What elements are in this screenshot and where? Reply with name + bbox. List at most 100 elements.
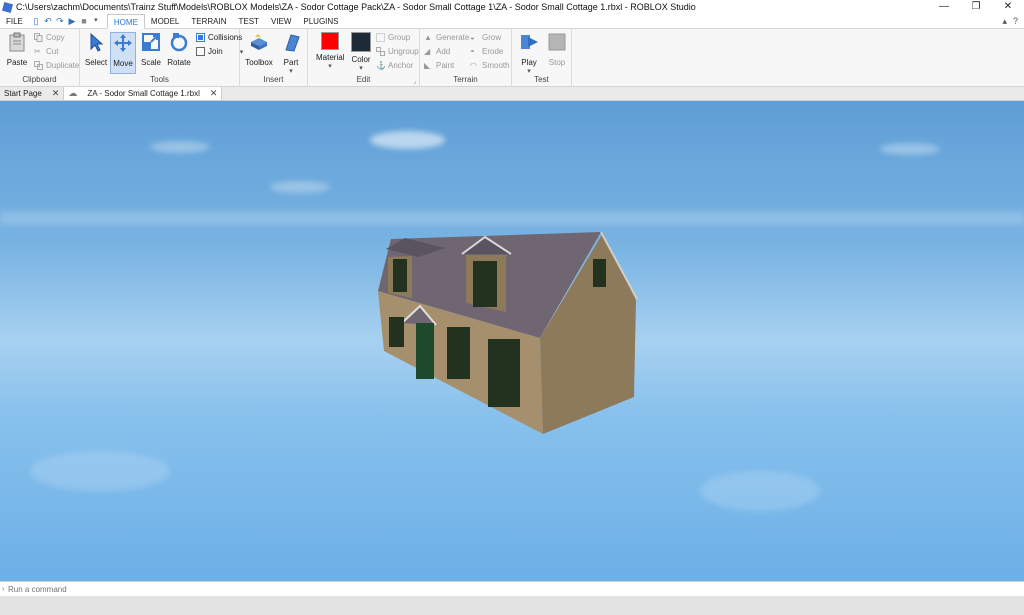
- move-button[interactable]: Move: [110, 32, 136, 74]
- cloud-icon: ☁: [68, 88, 78, 98]
- select-button[interactable]: Select: [83, 32, 109, 67]
- copy-button[interactable]: Copy: [34, 33, 65, 42]
- close-button[interactable]: ✕: [992, 0, 1024, 14]
- window-right: [488, 339, 520, 407]
- paint-button[interactable]: ◣ Paint: [424, 61, 454, 70]
- help-icon[interactable]: ?: [1013, 16, 1018, 26]
- smooth-icon: ◠: [470, 61, 477, 70]
- redo-icon[interactable]: ↷: [55, 16, 65, 26]
- collapse-ribbon-icon[interactable]: ▴: [1002, 16, 1007, 27]
- window-title: C:\Users\zachm\Documents\Trainz Stuff\Mo…: [16, 2, 696, 12]
- edit-expand-icon[interactable]: ⌟: [413, 78, 416, 85]
- tab-place-file[interactable]: ☁ ZA - Sodor Small Cottage 1.rbxl ✕: [64, 87, 223, 100]
- paste-button[interactable]: Paste: [4, 32, 30, 67]
- tab-model[interactable]: MODEL: [145, 14, 185, 28]
- window-controls: — ❐ ✕: [928, 0, 1024, 14]
- undo-icon[interactable]: ↶: [43, 16, 53, 26]
- rotate-button[interactable]: Rotate: [166, 32, 192, 67]
- edit-group-label: Edit: [356, 75, 371, 84]
- duplicate-label: Duplicate: [46, 61, 80, 70]
- anchor-icon: ⚓: [376, 61, 386, 70]
- part-label: Part: [283, 58, 299, 67]
- anchor-label: Anchor: [388, 61, 414, 70]
- copy-icon: [34, 33, 43, 42]
- tab-plugins[interactable]: PLUGINS: [297, 14, 344, 28]
- erode-label: Erode: [482, 47, 504, 56]
- collisions-toggle[interactable]: Collisions: [196, 33, 242, 42]
- restore-button[interactable]: ❐: [960, 0, 992, 14]
- join-checkbox-icon: [196, 47, 205, 56]
- record-icon[interactable]: ■: [79, 16, 89, 26]
- tab-terrain[interactable]: TERRAIN: [185, 14, 232, 28]
- close-tab-icon[interactable]: ✕: [52, 87, 60, 100]
- quick-access-dropdown-icon[interactable]: ▾: [91, 16, 101, 26]
- move-arrows-icon: [114, 34, 132, 52]
- front-door: [416, 323, 434, 379]
- toolbox-button[interactable]: Toolbox: [244, 32, 274, 67]
- anchor-button[interactable]: ⚓ Anchor: [376, 61, 413, 70]
- part-dropdown-icon[interactable]: ▾: [278, 67, 304, 75]
- tools-group: Select Move Scale Rotate Collisions Join…: [80, 29, 243, 87]
- close-tab-icon[interactable]: ✕: [210, 87, 218, 100]
- material-button[interactable]: Material ▾: [316, 32, 344, 70]
- test-group-label: Test: [534, 75, 549, 84]
- erode-button[interactable]: ◓ Erode: [470, 47, 503, 56]
- duplicate-icon: [34, 61, 43, 70]
- dormer-window: [393, 259, 407, 292]
- add-terrain-icon: ◢: [424, 47, 431, 56]
- paste-label: Paste: [6, 58, 28, 67]
- collisions-label: Collisions: [208, 33, 243, 42]
- play-button[interactable]: Play ▾: [516, 32, 542, 75]
- material-swatch: [321, 32, 339, 50]
- smooth-label: Smooth: [482, 61, 510, 70]
- color-label: Color: [351, 55, 371, 64]
- grow-button[interactable]: ◒ Grow: [470, 33, 501, 42]
- part-icon: [285, 34, 300, 52]
- generate-label: Generate: [436, 33, 470, 42]
- ungroup-icon: [376, 47, 385, 56]
- tab-view[interactable]: VIEW: [265, 14, 297, 28]
- group-icon: [376, 33, 385, 42]
- new-file-icon[interactable]: ▯: [31, 16, 41, 26]
- bottom-border: [0, 596, 1024, 615]
- tab-home[interactable]: HOME: [106, 14, 145, 29]
- ungroup-label: Ungroup: [388, 47, 419, 56]
- file-menu[interactable]: FILE: [0, 14, 29, 28]
- ungroup-button[interactable]: Ungroup: [376, 47, 419, 56]
- tab-test[interactable]: TEST: [232, 14, 264, 28]
- play-dropdown-icon[interactable]: ▾: [516, 67, 542, 75]
- smooth-button[interactable]: ◠ Smooth: [470, 61, 510, 70]
- ribbon: Paste Copy ✂ Cut Duplicate Clipboard Sel…: [0, 29, 1024, 87]
- clipboard-icon: [9, 32, 25, 52]
- stop-icon: [548, 33, 566, 51]
- join-toggle[interactable]: Join ▾: [196, 47, 243, 56]
- duplicate-button[interactable]: Duplicate: [34, 61, 79, 70]
- cut-button[interactable]: ✂ Cut: [34, 47, 58, 56]
- scale-button[interactable]: Scale: [138, 32, 164, 67]
- move-label: Move: [113, 59, 133, 68]
- material-dropdown-icon[interactable]: ▾: [316, 62, 344, 70]
- dormer-window: [473, 261, 497, 307]
- edit-group: Material ▾ Color ▾ Group Ungroup ⚓ Ancho…: [308, 29, 420, 87]
- stop-button[interactable]: Stop: [544, 32, 570, 67]
- join-label: Join: [208, 47, 223, 56]
- rotate-icon: [170, 33, 188, 52]
- cursor-icon: [90, 32, 104, 52]
- part-button[interactable]: Part ▾: [278, 32, 304, 75]
- quick-access-toolbar: ▯ ↶ ↷ ▶ ■ ▾: [31, 14, 101, 28]
- place-file-label: ZA - Sodor Small Cottage 1.rbxl: [87, 89, 200, 98]
- color-dropdown-icon[interactable]: ▾: [348, 64, 374, 72]
- group-label: Group: [388, 33, 411, 42]
- color-button[interactable]: Color ▾: [348, 32, 374, 72]
- add-button[interactable]: ◢ Add: [424, 47, 450, 56]
- group-button[interactable]: Group: [376, 33, 410, 42]
- tab-start-page[interactable]: Start Page ✕: [0, 87, 65, 100]
- command-input[interactable]: [8, 584, 908, 594]
- generate-button[interactable]: ▲ Generate: [424, 33, 469, 42]
- screenshot-icon[interactable]: ▶: [67, 16, 77, 26]
- cottage-model[interactable]: [0, 101, 1024, 581]
- terrain-group-label: Terrain: [453, 75, 478, 84]
- minimize-button[interactable]: —: [928, 0, 960, 14]
- add-label: Add: [436, 47, 451, 56]
- 3d-viewport[interactable]: [0, 101, 1024, 581]
